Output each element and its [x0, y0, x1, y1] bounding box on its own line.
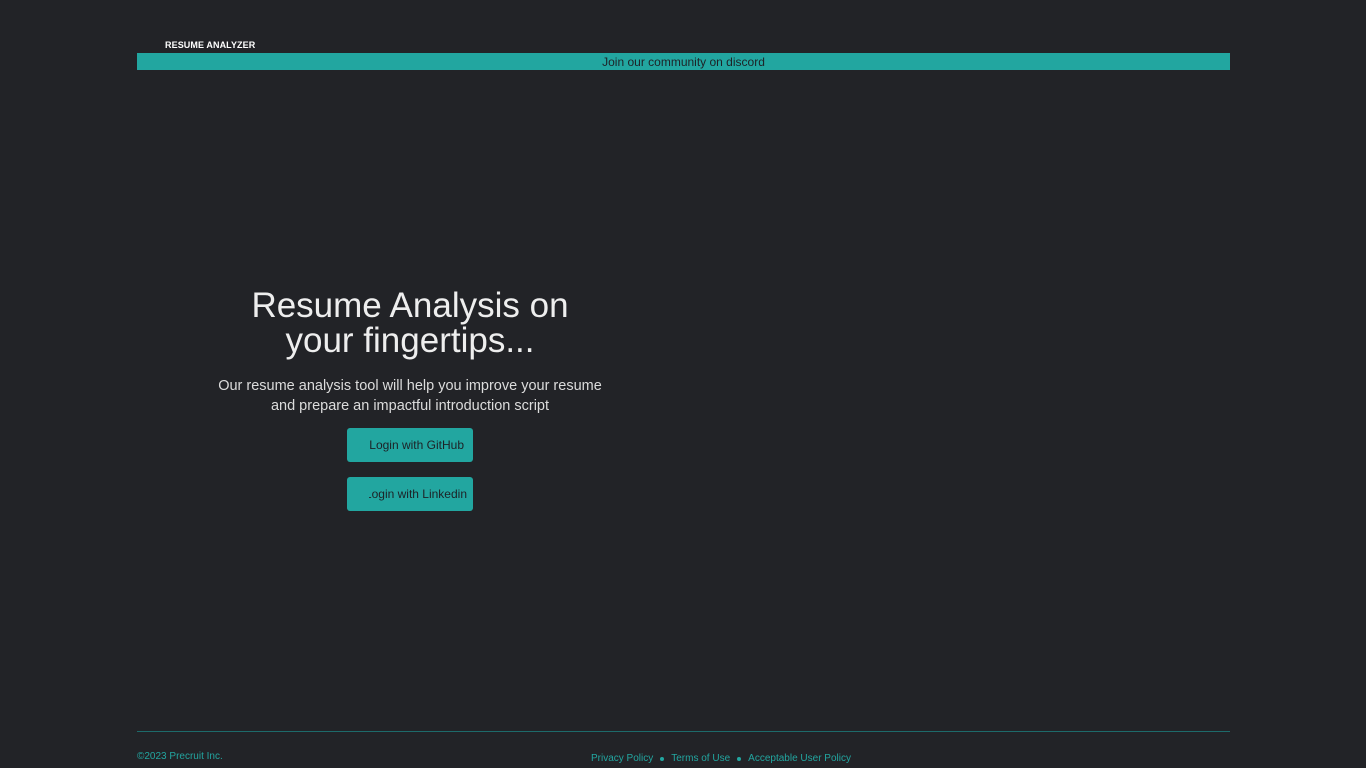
hero-section: Resume Analysis on your fingertips... Ou… — [210, 288, 610, 416]
login-github-button[interactable]: Login with GitHub — [347, 428, 473, 462]
hero-title-line2: your fingertips... — [285, 321, 535, 360]
footer-links: Privacy Policy Terms of Use Acceptable U… — [591, 753, 851, 764]
footer-divider — [137, 731, 1230, 732]
login-linkedin-button[interactable]: Login with Linkedin — [347, 477, 473, 511]
terms-of-use-link[interactable]: Terms of Use — [671, 753, 730, 764]
footer-separator-dot — [737, 756, 742, 761]
footer-copyright: ©2023 Precruit Inc. — [137, 751, 223, 762]
privacy-policy-link[interactable]: Privacy Policy — [591, 753, 653, 764]
login-linkedin-label: Login with Linkedin — [364, 487, 467, 501]
discord-banner-link[interactable]: Join our community on discord — [137, 53, 1230, 70]
hero-title-line1: Resume Analysis on — [251, 286, 569, 325]
hero-subtitle: Our resume analysis tool will help you i… — [210, 376, 610, 416]
hero-title: Resume Analysis on your fingertips... — [210, 288, 610, 358]
github-icon — [357, 439, 369, 451]
linkedin-icon — [357, 488, 369, 500]
acceptable-user-policy-link[interactable]: Acceptable User Policy — [748, 753, 851, 764]
hero-subtitle-line1: Our resume analysis tool will help you i… — [218, 378, 602, 394]
brand-logo-text[interactable]: RESUME ANALYZER — [165, 40, 255, 50]
footer-separator-dot — [660, 756, 665, 761]
hero-subtitle-line2: and prepare an impactful introduction sc… — [270, 398, 550, 414]
login-github-label: Login with GitHub — [369, 438, 464, 452]
